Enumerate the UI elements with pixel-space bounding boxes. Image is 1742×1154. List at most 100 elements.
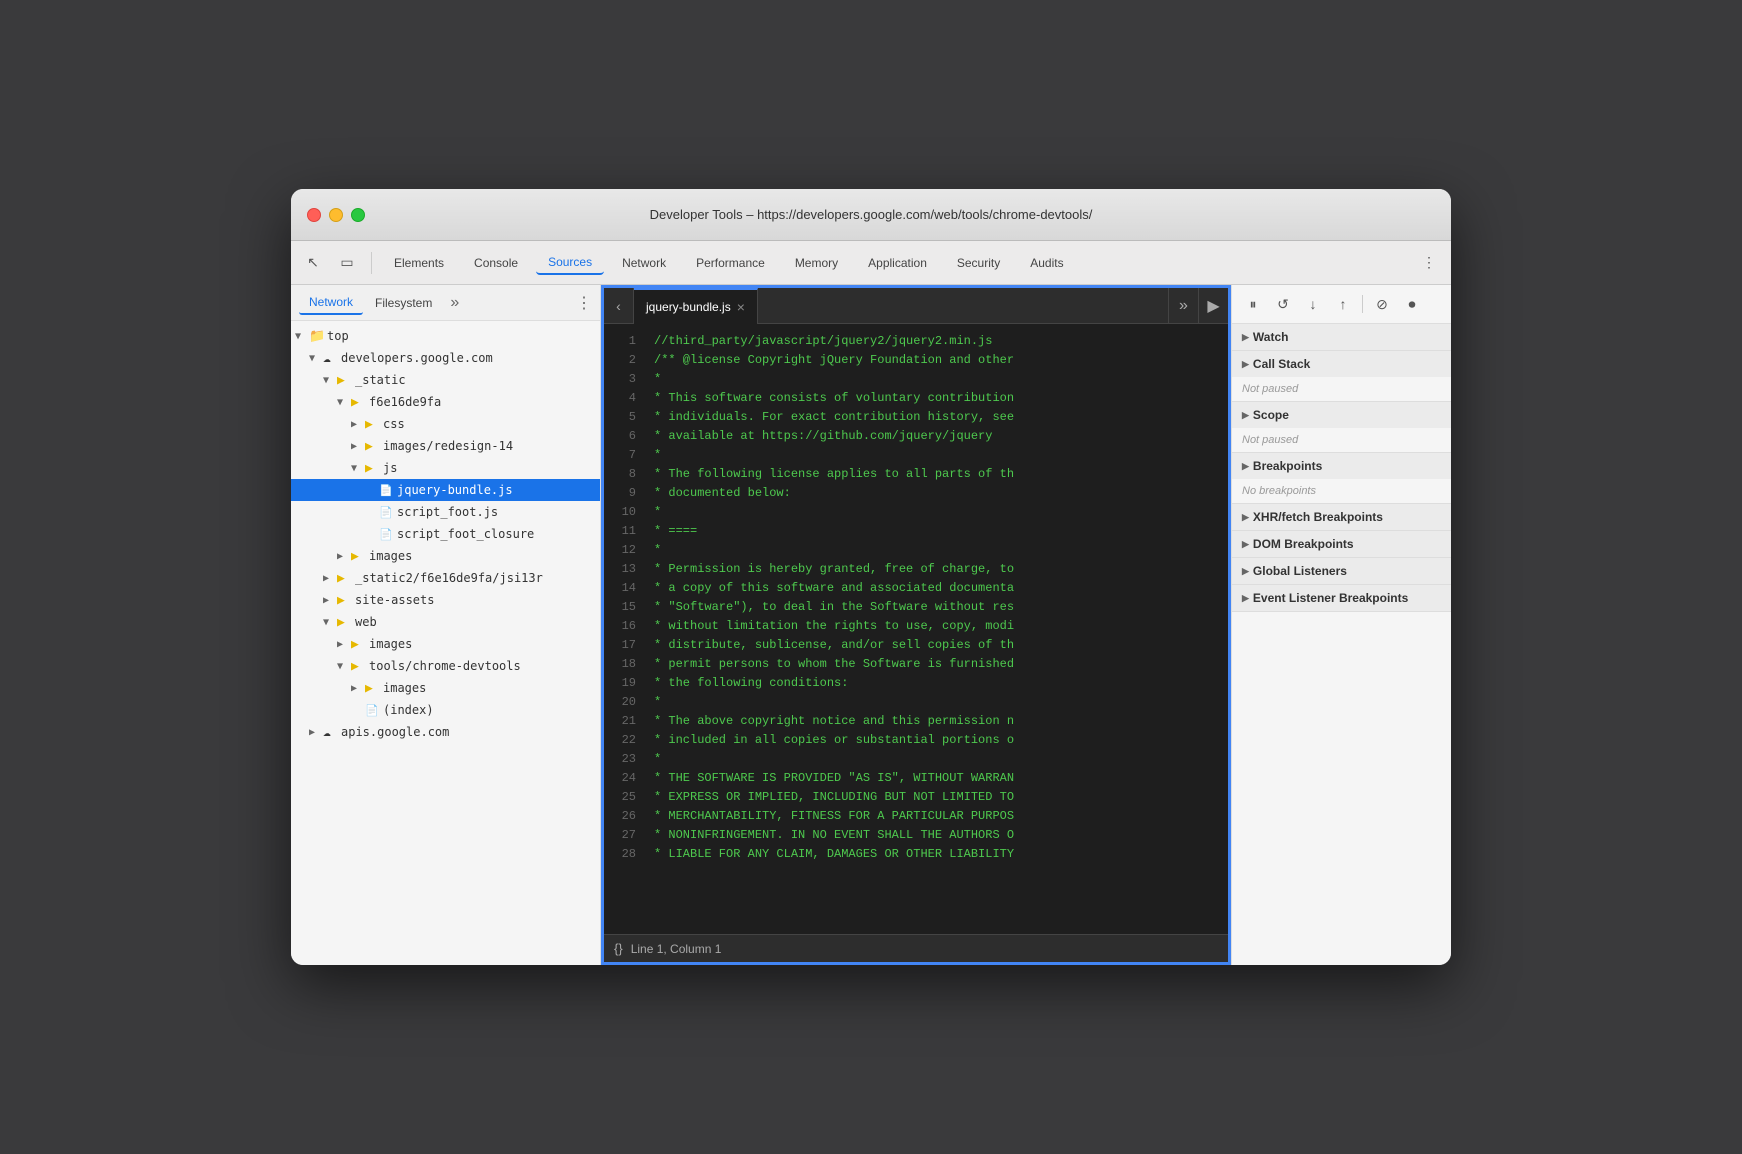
- tab-security[interactable]: Security: [945, 252, 1012, 274]
- tree-item-web[interactable]: ▶ web: [291, 611, 600, 633]
- line-number-15: 15: [604, 598, 636, 617]
- tree-item-site-assets[interactable]: ▶ site-assets: [291, 589, 600, 611]
- tree-item-static[interactable]: ▶ _static: [291, 369, 600, 391]
- tab-elements[interactable]: Elements: [382, 252, 456, 274]
- tree-item-js[interactable]: ▶ js: [291, 457, 600, 479]
- more-tabs-icon[interactable]: ⋮: [1415, 249, 1443, 277]
- tab-sources[interactable]: Sources: [536, 251, 604, 275]
- editor-tab-close[interactable]: ×: [737, 299, 745, 315]
- arrow-images-web: [337, 639, 351, 650]
- tree-item-images-tools[interactable]: ▶ images: [291, 677, 600, 699]
- global-listeners-header[interactable]: ▶ Global Listeners: [1232, 558, 1451, 584]
- tree-label-images-tools: images: [383, 681, 426, 695]
- tab-performance[interactable]: Performance: [684, 252, 777, 274]
- debugger-toolbar: ⏸ ↺ ↓ ↑ ⊘ ⏺: [1232, 285, 1451, 324]
- tree-item-images-web[interactable]: ▶ images: [291, 633, 600, 655]
- arrow-web: [323, 617, 337, 628]
- tree-item-f6e[interactable]: ▶ f6e16de9fa: [291, 391, 600, 413]
- code-line-11: * ====: [654, 522, 1220, 541]
- folder-icon-images-redesign: ▶: [365, 439, 383, 454]
- line-number-28: 28: [604, 845, 636, 864]
- code-line-13: * Permission is hereby granted, free of …: [654, 560, 1220, 579]
- editor-run-btn[interactable]: ▶: [1198, 288, 1228, 324]
- dom-breakpoints-header[interactable]: ▶ DOM Breakpoints: [1232, 531, 1451, 557]
- pause-on-exception-btn[interactable]: ⏺: [1399, 291, 1425, 317]
- folder-icon-top: 📁: [309, 329, 327, 344]
- line-number-1: 1: [604, 332, 636, 351]
- callstack-header[interactable]: ▶ Call Stack: [1232, 351, 1451, 377]
- xhr-label: XHR/fetch Breakpoints: [1253, 510, 1383, 524]
- tab-audits[interactable]: Audits: [1018, 252, 1075, 274]
- tab-console[interactable]: Console: [462, 252, 530, 274]
- line-number-10: 10: [604, 503, 636, 522]
- editor-more-btn[interactable]: »: [1168, 288, 1198, 324]
- watch-header[interactable]: ▶ Watch: [1232, 324, 1451, 350]
- tab-network[interactable]: Network: [610, 252, 678, 274]
- tab-memory[interactable]: Memory: [783, 252, 850, 274]
- dom-arrow: ▶: [1242, 539, 1249, 550]
- sidebar-more-tabs[interactable]: »: [444, 294, 465, 312]
- minimize-button[interactable]: [329, 208, 343, 222]
- watch-arrow: ▶: [1242, 332, 1249, 343]
- code-line-5: * individuals. For exact contribution hi…: [654, 408, 1220, 427]
- global-listeners-section: ▶ Global Listeners: [1232, 558, 1451, 585]
- deactivate-breakpoints-btn[interactable]: ⊘: [1369, 291, 1395, 317]
- code-line-27: * NONINFRINGEMENT. IN NO EVENT SHALL THE…: [654, 826, 1220, 845]
- code-line-16: * without limitation the rights to use, …: [654, 617, 1220, 636]
- editor-prev-btn[interactable]: ‹: [604, 288, 634, 324]
- tree-item-images-static[interactable]: ▶ images: [291, 545, 600, 567]
- event-listener-header[interactable]: ▶ Event Listener Breakpoints: [1232, 585, 1451, 611]
- tree-item-developers-google[interactable]: ☁ developers.google.com: [291, 347, 600, 369]
- xhr-breakpoints-header[interactable]: ▶ XHR/fetch Breakpoints: [1232, 504, 1451, 530]
- line-number-20: 20: [604, 693, 636, 712]
- tree-item-index[interactable]: 📄 (index): [291, 699, 600, 721]
- code-area: 1234567891011121314151617181920212223242…: [604, 324, 1228, 934]
- scope-header[interactable]: ▶ Scope: [1232, 402, 1451, 428]
- code-line-14: * a copy of this software and associated…: [654, 579, 1220, 598]
- maximize-button[interactable]: [351, 208, 365, 222]
- breakpoints-header[interactable]: ▶ Breakpoints: [1232, 453, 1451, 479]
- tree-item-top[interactable]: 📁 top: [291, 325, 600, 347]
- line-number-19: 19: [604, 674, 636, 693]
- code-line-6: * available at https://github.com/jquery…: [654, 427, 1220, 446]
- editor-tab-label: jquery-bundle.js: [646, 300, 731, 314]
- step-into-btn[interactable]: ↓: [1300, 291, 1326, 317]
- arrow-static: [323, 375, 337, 386]
- tree-item-tools-chrome[interactable]: ▶ tools/chrome-devtools: [291, 655, 600, 677]
- callstack-label: Call Stack: [1253, 357, 1310, 371]
- editor-tabs: ‹ jquery-bundle.js × » ▶: [604, 288, 1228, 324]
- devtools-window: Developer Tools – https://developers.goo…: [291, 189, 1451, 965]
- step-over-btn[interactable]: ↺: [1270, 291, 1296, 317]
- cloud-folder-icon-apis: ☁: [323, 725, 341, 740]
- code-content[interactable]: //third_party/javascript/jquery2/jquery2…: [646, 324, 1228, 934]
- tree-item-script-foot-closure[interactable]: 📄 script_foot_closure: [291, 523, 600, 545]
- tree-item-jquery-bundle[interactable]: 📄 jquery-bundle.js: [291, 479, 600, 501]
- tree-label-f6e: f6e16de9fa: [369, 395, 441, 409]
- xhr-arrow: ▶: [1242, 512, 1249, 523]
- pointer-icon[interactable]: ↖: [299, 249, 327, 277]
- tree-label-css: css: [383, 417, 405, 431]
- editor-tab-jquery-bundle[interactable]: jquery-bundle.js ×: [634, 288, 758, 324]
- line-number-9: 9: [604, 484, 636, 503]
- tree-item-css[interactable]: ▶ css: [291, 413, 600, 435]
- tab-application[interactable]: Application: [856, 252, 939, 274]
- folder-icon-images-tools: ▶: [365, 681, 383, 696]
- tree-item-script-foot[interactable]: 📄 script_foot.js: [291, 501, 600, 523]
- tree-item-static2[interactable]: ▶ _static2/f6e16de9fa/jsi13r: [291, 567, 600, 589]
- sidebar-tab-network[interactable]: Network: [299, 291, 363, 315]
- device-icon[interactable]: ▭: [333, 249, 361, 277]
- pause-btn[interactable]: ⏸: [1240, 291, 1266, 317]
- sidebar-tab-filesystem[interactable]: Filesystem: [365, 292, 442, 314]
- step-out-btn[interactable]: ↑: [1330, 291, 1356, 317]
- sidebar-menu-icon[interactable]: ⋮: [576, 293, 592, 313]
- tree-label-index: (index): [383, 703, 434, 717]
- tree-label-static2: _static2/f6e16de9fa/jsi13r: [355, 571, 543, 585]
- cloud-folder-icon: ☁: [323, 351, 341, 366]
- global-listeners-arrow: ▶: [1242, 566, 1249, 577]
- code-line-15: * "Software"), to deal in the Software w…: [654, 598, 1220, 617]
- tree-item-images-redesign[interactable]: ▶ images/redesign-14: [291, 435, 600, 457]
- file-icon-index: 📄: [365, 704, 383, 717]
- main-toolbar: ↖ ▭ Elements Console Sources Network Per…: [291, 241, 1451, 285]
- tree-item-apis-google[interactable]: ☁ apis.google.com: [291, 721, 600, 743]
- close-button[interactable]: [307, 208, 321, 222]
